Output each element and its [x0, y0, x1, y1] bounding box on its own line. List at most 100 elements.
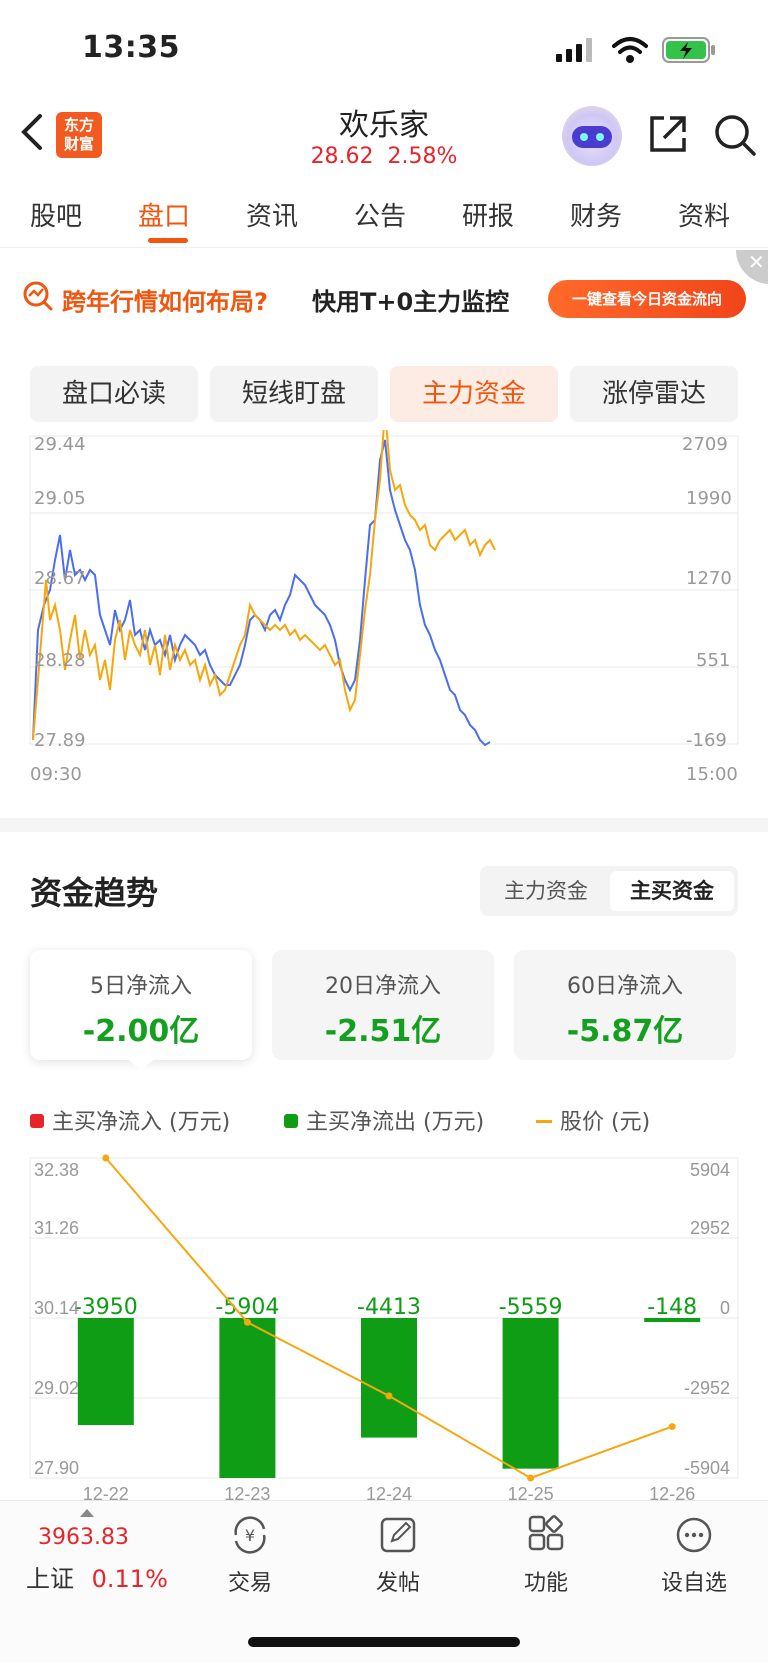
- promo-banner[interactable]: 跨年行情如何布局? 快用T+0主力监控 一键查看今日资金流向 ✕: [0, 250, 768, 350]
- segment-limit-radar[interactable]: 涨停雷达: [570, 366, 738, 422]
- card-label: 60日净流入: [567, 974, 683, 999]
- fund-type-toggle: 主力资金 主买资金: [480, 866, 738, 916]
- price-point: [385, 1392, 393, 1400]
- tab-research[interactable]: 研报: [462, 196, 514, 233]
- segment-main-fund[interactable]: 主力资金: [390, 366, 558, 422]
- left-axis-tick: 32.38: [34, 1160, 79, 1180]
- card-value: -5.87亿: [566, 1014, 684, 1049]
- section-divider: [0, 818, 768, 832]
- intraday-left-tick: 27.89: [34, 730, 86, 751]
- price-point: [102, 1154, 110, 1162]
- flow-bar-label: -4413: [357, 1295, 421, 1320]
- left-axis-tick: 30.14: [34, 1298, 79, 1318]
- right-axis-tick: 5904: [690, 1160, 730, 1180]
- card-5day-inflow[interactable]: 5日净流入 -2.00亿: [30, 950, 252, 1060]
- intraday-left-tick: 29.05: [34, 488, 86, 509]
- intraday-left-tick: 28.28: [34, 650, 86, 671]
- price-point: [243, 1318, 251, 1326]
- nav-add-watchlist[interactable]: 设自选: [634, 1501, 754, 1597]
- intraday-left-tick: 28.67: [34, 568, 86, 589]
- flow-bar: [77, 1318, 134, 1426]
- search-icon[interactable]: [712, 112, 758, 158]
- right-axis-tick: 0: [720, 1298, 730, 1318]
- nav-functions[interactable]: 功能: [486, 1501, 606, 1597]
- left-axis-tick: 29.02: [34, 1378, 79, 1398]
- card-60day-inflow[interactable]: 60日净流入 -5.87亿: [514, 950, 736, 1060]
- segment-short-term[interactable]: 短线盯盘: [210, 366, 378, 422]
- stock-price: 28.62: [310, 144, 374, 169]
- section-title: 资金趋势: [30, 874, 159, 912]
- intraday-price-line: [32, 430, 496, 741]
- edit-icon: [380, 1517, 416, 1553]
- flow-bar-label: -3950: [74, 1295, 138, 1320]
- svg-text:¥: ¥: [245, 1526, 255, 1545]
- legend-inflow: 主买净流入 (万元): [30, 1104, 230, 1136]
- legend-outflow: 主买净流出 (万元): [284, 1104, 484, 1136]
- flow-bar: [502, 1318, 559, 1469]
- right-axis-tick: -5904: [684, 1458, 730, 1478]
- intraday-x-end: 15:00: [686, 764, 738, 785]
- card-20day-inflow[interactable]: 20日净流入 -2.51亿: [272, 950, 494, 1060]
- battery-icon: [662, 37, 715, 63]
- index-change: 0.11%: [91, 1565, 168, 1593]
- more-icon: [676, 1517, 712, 1553]
- flow-bar-label: -148: [647, 1295, 697, 1320]
- category-tick: 12-22: [83, 1484, 129, 1500]
- index-name: 上证: [26, 1565, 74, 1593]
- signal-icon: [556, 38, 592, 62]
- grid-icon: [528, 1515, 564, 1551]
- intraday-x-start: 09:30: [30, 764, 82, 785]
- left-axis-tick: 27.90: [34, 1458, 79, 1478]
- price-point: [668, 1423, 676, 1431]
- flow-bar: [219, 1318, 276, 1478]
- intraday-fund-chart: [29, 430, 739, 747]
- intraday-right-tick: 551: [696, 650, 731, 671]
- expand-up-icon[interactable]: [80, 1507, 94, 1517]
- banner-subtitle: 快用T+0主力监控: [312, 288, 510, 316]
- index-quote[interactable]: 上证 0.11%: [26, 1559, 168, 1594]
- banner-cta-button[interactable]: 一键查看今日资金流向: [548, 280, 746, 318]
- legend-price: 股价 (元): [536, 1104, 650, 1136]
- tab-pankou[interactable]: 盘口: [138, 196, 190, 233]
- intraday-right-tick: 1990: [686, 488, 732, 509]
- index-value[interactable]: 3963.83: [38, 1525, 129, 1550]
- tab-guba[interactable]: 股吧: [30, 196, 82, 233]
- flow-bar: [361, 1318, 417, 1438]
- toggle-main-buy-fund[interactable]: 主买资金: [610, 871, 734, 911]
- status-time: 13:35: [82, 30, 180, 65]
- right-axis-tick: -2952: [684, 1378, 730, 1398]
- assistant-avatar[interactable]: [562, 106, 622, 166]
- category-tick: 12-23: [224, 1484, 270, 1500]
- tab-profile[interactable]: 资料: [678, 196, 730, 233]
- intraday-right-tick: 1270: [686, 568, 732, 589]
- tab-news[interactable]: 资讯: [246, 196, 298, 233]
- flow-bar-label: -5904: [215, 1295, 279, 1320]
- share-icon[interactable]: [646, 112, 690, 156]
- card-value: -2.00亿: [82, 1014, 200, 1049]
- intraday-right-tick: -169: [686, 730, 727, 751]
- card-label: 5日净流入: [90, 974, 192, 999]
- segment-must-read[interactable]: 盘口必读: [30, 366, 198, 422]
- intraday-right-tick: 2709: [682, 434, 728, 455]
- close-icon[interactable]: ✕: [736, 250, 768, 284]
- tab-finance[interactable]: 财务: [570, 196, 622, 233]
- card-value: -2.51亿: [324, 1014, 442, 1049]
- nav-post[interactable]: 发帖: [338, 1501, 458, 1597]
- tab-bar: 股吧 盘口 资讯 公告 研报 财务 资料: [0, 180, 768, 248]
- tab-active-indicator: [148, 238, 188, 243]
- trade-icon: ¥: [234, 1516, 266, 1554]
- category-tick: 12-26: [649, 1484, 695, 1500]
- intraday-left-tick: 29.44: [34, 434, 86, 455]
- left-axis-tick: 31.26: [34, 1218, 79, 1238]
- intraday-fund-line: [32, 439, 491, 747]
- category-tick: 12-25: [508, 1484, 554, 1500]
- right-axis-tick: 2952: [690, 1218, 730, 1238]
- toggle-main-fund[interactable]: 主力资金: [484, 871, 608, 911]
- banner-title: 跨年行情如何布局?: [62, 288, 268, 316]
- daily-fund-flow-chart: -3950 -5904 -4413 -5559 -148 12-22 12-23 12-24…: [29, 1154, 739, 1500]
- trend-icon: [23, 281, 53, 311]
- nav-trade[interactable]: ¥ 交易: [190, 1501, 310, 1597]
- tab-announcement[interactable]: 公告: [354, 196, 406, 233]
- card-label: 20日净流入: [325, 974, 441, 999]
- stock-change-pct: 2.58%: [387, 144, 458, 169]
